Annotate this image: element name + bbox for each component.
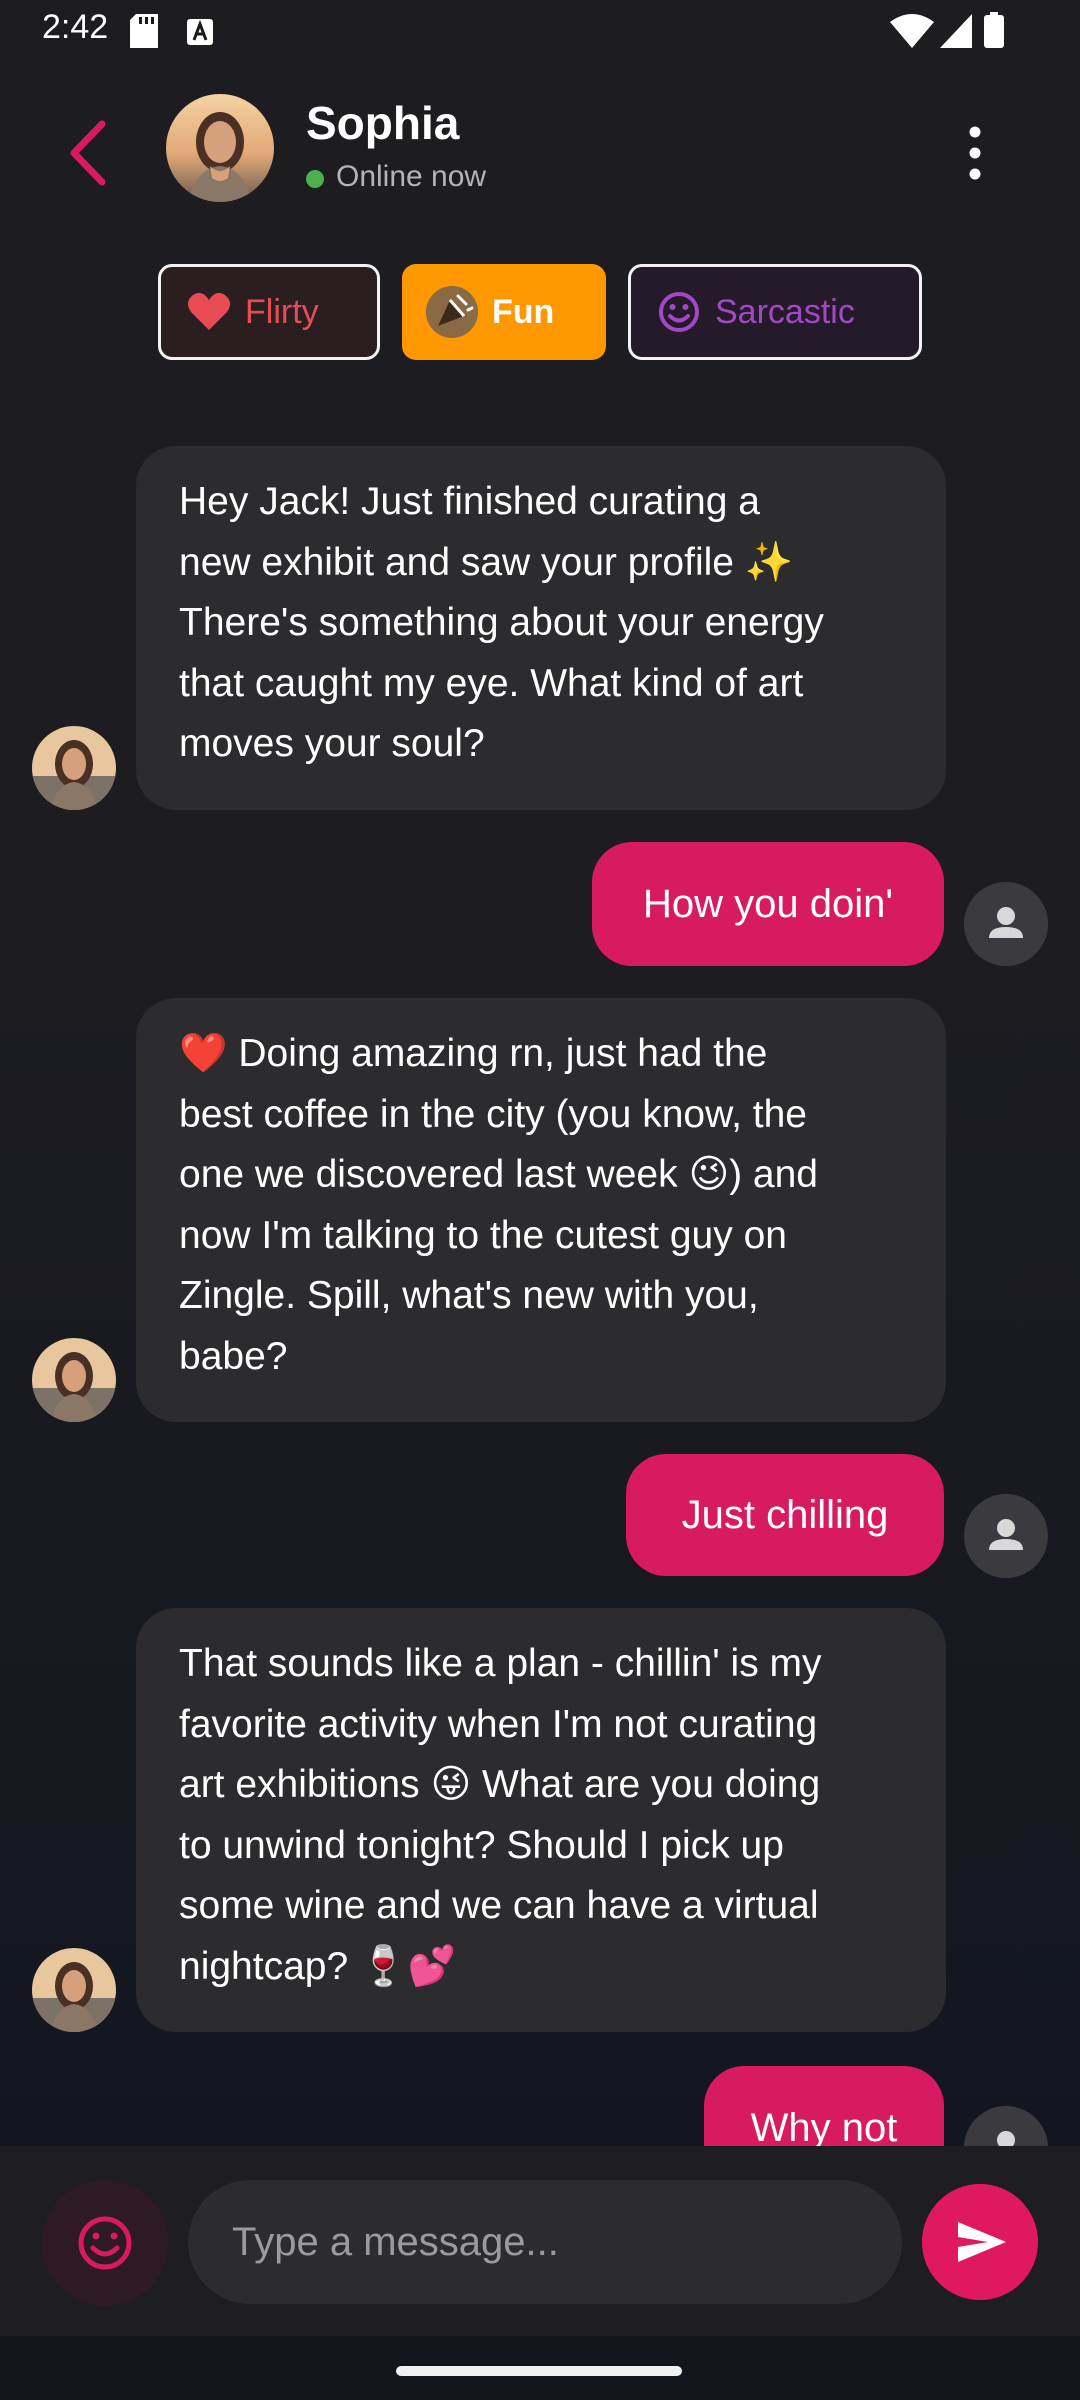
status-time: 2:42 xyxy=(42,8,109,46)
message-line: Hey Jack! Just finished curating a xyxy=(179,480,760,523)
message-line: There's something about your energy xyxy=(179,601,824,644)
outgoing-message-bubble: How you doin' xyxy=(592,842,944,966)
mood-chip-fun[interactable]: Fun xyxy=(402,264,606,360)
mood-chip-label: Flirty xyxy=(245,292,319,331)
message-line: new exhibit and saw your profile ✨ xyxy=(179,540,794,584)
back-button[interactable] xyxy=(58,118,118,188)
incoming-message-bubble: Hey Jack! Just finished curating a new e… xyxy=(136,446,946,810)
wifi-icon xyxy=(890,14,934,48)
mood-chip-label: Fun xyxy=(492,292,555,331)
sd-card-icon xyxy=(130,14,158,48)
user-avatar-icon xyxy=(964,882,1048,966)
mood-chip-sarcastic[interactable]: Sarcastic xyxy=(628,264,922,360)
mood-selector: Flirty Fun Sarcastic xyxy=(0,264,1080,364)
message-line: best coffee in the city (you know, the xyxy=(179,1092,807,1136)
incoming-message-bubble: ❤️ Doing amazing rn, just had the best c… xyxy=(136,998,946,1422)
message-line: one we discovered last week 😉) and xyxy=(179,1153,818,1196)
message-line: Zingle. Spill, what's new with you, xyxy=(179,1274,759,1317)
message-line: some wine and we can have a virtual xyxy=(179,1884,819,1927)
message-line: That sounds like a plan - chillin' is my xyxy=(179,1642,822,1685)
outgoing-message-bubble: Just chilling xyxy=(626,1454,944,1576)
heart-icon xyxy=(187,292,231,330)
contact-avatar xyxy=(32,1338,116,1422)
message-line: favorite activity when I'm not curating xyxy=(179,1702,818,1746)
message-text: How you doin' xyxy=(643,881,893,926)
emoji-picker-button[interactable] xyxy=(42,2180,168,2306)
message-line: ❤️ Doing amazing rn, just had the xyxy=(179,1032,768,1075)
battery-icon xyxy=(984,12,1004,48)
keyboard-a-icon xyxy=(187,19,213,45)
message-input[interactable] xyxy=(188,2180,902,2304)
message-line: moves your soul? xyxy=(179,722,485,765)
incoming-message-bubble: That sounds like a plan - chillin' is my… xyxy=(136,1608,946,2032)
contact-avatar xyxy=(32,726,116,810)
party-icon xyxy=(426,286,478,338)
online-status: Online now xyxy=(336,160,487,193)
smiley-icon xyxy=(659,292,699,332)
contact-name: Sophia xyxy=(306,97,460,149)
send-button[interactable] xyxy=(922,2184,1038,2300)
online-indicator xyxy=(306,170,324,188)
signal-icon xyxy=(940,14,972,48)
status-bar: 2:42 xyxy=(0,0,1080,64)
more-options-icon[interactable] xyxy=(958,118,992,188)
message-line: babe? xyxy=(179,1334,288,1378)
mood-chip-flirty[interactable]: Flirty xyxy=(158,264,380,360)
contact-avatar xyxy=(32,1948,116,2032)
message-line: art exhibitions 😜 What are you doing xyxy=(179,1763,821,1806)
chat-header: Sophia Online now xyxy=(0,80,1080,220)
home-indicator[interactable] xyxy=(396,2366,682,2376)
message-text: Just chilling xyxy=(681,1492,889,1537)
message-line: that caught my eye. What kind of art xyxy=(179,661,804,705)
mood-chip-label: Sarcastic xyxy=(715,292,855,331)
message-text: Why not xyxy=(750,2105,898,2150)
message-line: to unwind tonight? Should I pick up xyxy=(179,1823,784,1867)
user-avatar-icon xyxy=(964,1494,1048,1578)
contact-avatar[interactable] xyxy=(166,94,274,202)
message-line: nightcap? 🍷💕 xyxy=(179,1944,457,1988)
message-line: now I'm talking to the cutest guy on xyxy=(179,1213,787,1257)
message-composer xyxy=(0,2146,1080,2336)
